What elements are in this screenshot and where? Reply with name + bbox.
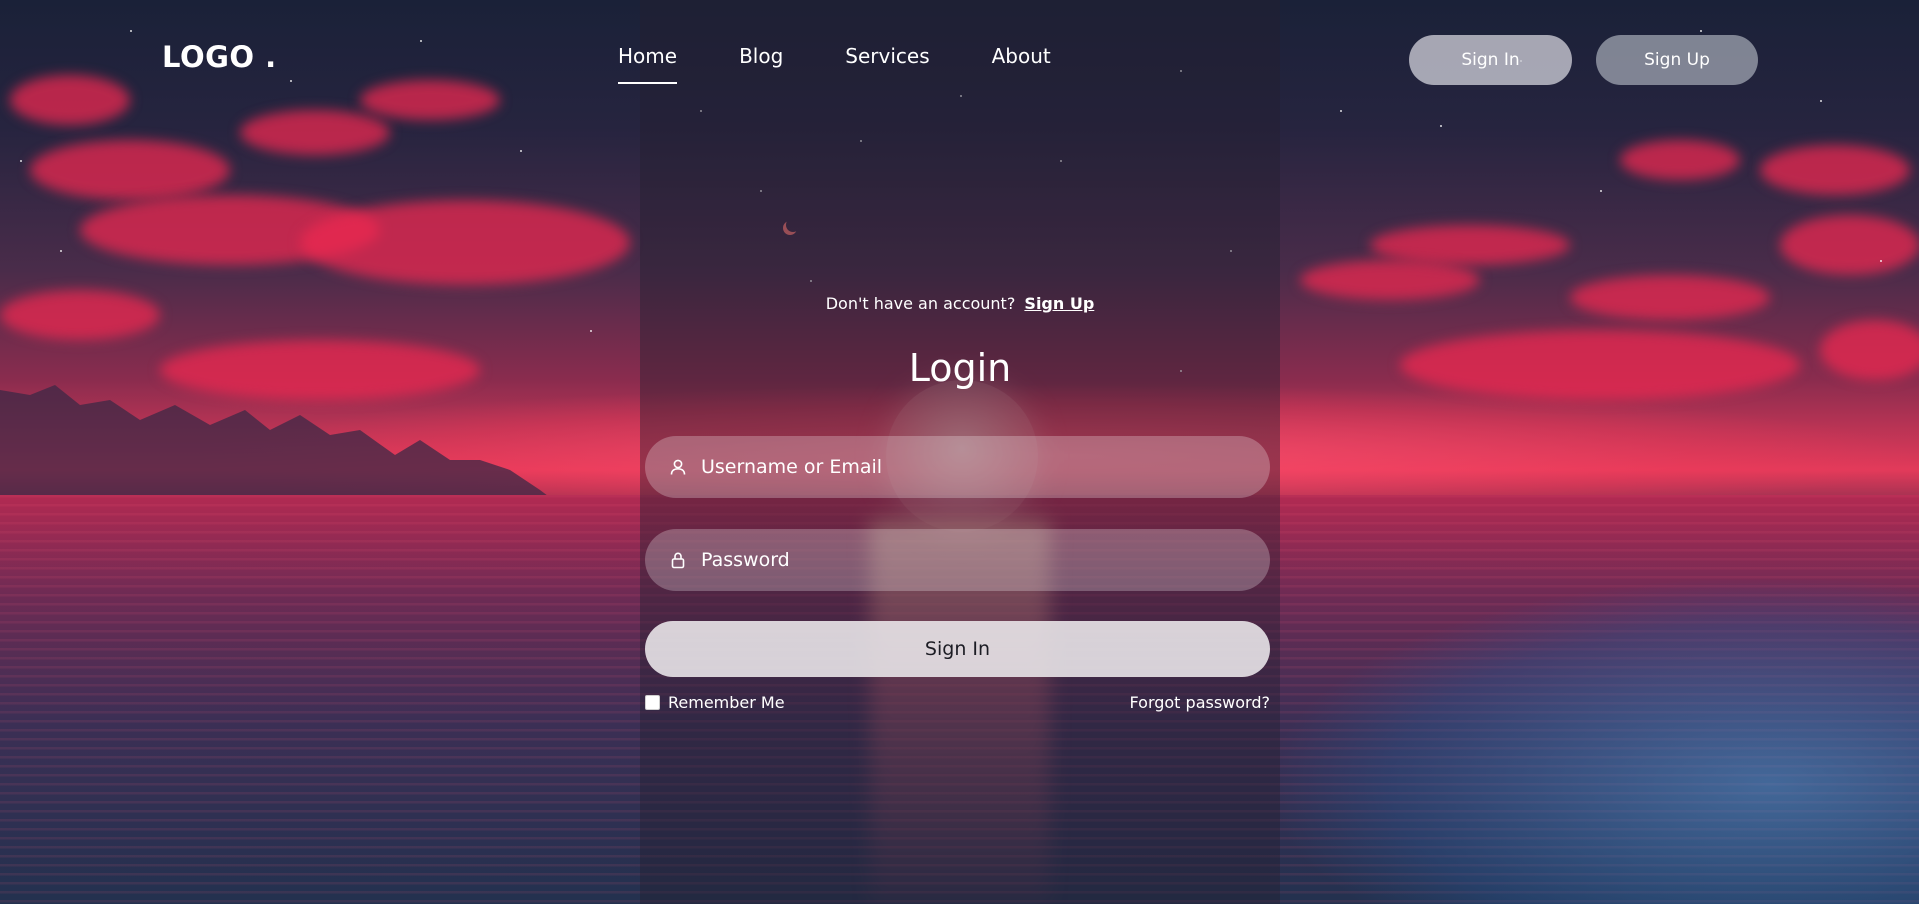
- password-input[interactable]: [701, 549, 1246, 571]
- password-field[interactable]: [645, 529, 1270, 591]
- login-title: Login: [908, 346, 1012, 390]
- user-icon: [667, 456, 689, 478]
- remember-me-label: Remember Me: [668, 693, 785, 712]
- account-prompt-text: Don't have an account?: [825, 294, 1016, 313]
- shoreline: [1280, 580, 1919, 904]
- username-input[interactable]: [701, 456, 1246, 478]
- nav-about[interactable]: About: [992, 44, 1051, 84]
- header-sign-up-button[interactable]: Sign Up: [1596, 35, 1758, 85]
- account-prompt: Don't have an account? Sign Up: [640, 294, 1280, 313]
- logo[interactable]: LOGO .: [162, 40, 277, 74]
- forgot-password-link[interactable]: Forgot password?: [1130, 693, 1270, 712]
- remember-me[interactable]: Remember Me: [645, 693, 785, 712]
- nav-services[interactable]: Services: [845, 44, 929, 84]
- main-nav: Home Blog Services About: [618, 44, 1113, 84]
- nav-home[interactable]: Home: [618, 44, 678, 84]
- lock-icon: [667, 549, 689, 571]
- nav-blog[interactable]: Blog: [739, 44, 783, 84]
- remember-me-checkbox[interactable]: [645, 695, 660, 710]
- sign-in-submit-button[interactable]: Sign In: [645, 621, 1270, 677]
- sign-up-link[interactable]: Sign Up: [1024, 294, 1094, 313]
- header-sign-in-button[interactable]: Sign In: [1409, 35, 1572, 85]
- username-field[interactable]: [645, 436, 1270, 498]
